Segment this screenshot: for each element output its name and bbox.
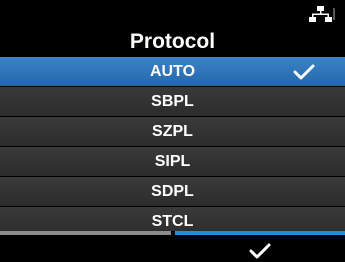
left-softkey[interactable] [0,231,171,262]
confirm-softkey[interactable] [175,231,345,262]
softkey-bar [0,231,345,262]
list-item-label: SBPL [151,92,194,110]
checkmark-icon [293,64,315,80]
list-item-label: SIPL [154,152,191,170]
list-item-auto[interactable]: AUTO [0,57,345,86]
protocol-list: AUTO SBPL SZPL SIPL SDPL STCL [0,57,345,237]
list-item-sbpl[interactable]: SBPL [0,87,345,116]
list-item-label: STCL [151,212,194,230]
network-icon [309,6,335,22]
header: Protocol [0,0,345,56]
list-item-szpl[interactable]: SZPL [0,117,345,146]
list-item-sdpl[interactable]: SDPL [0,177,345,206]
list-item-label: SZPL [152,122,193,140]
page-title: Protocol [129,30,216,53]
list-item-label: AUTO [149,62,196,80]
checkmark-icon [249,243,271,259]
list-item-label: SDPL [151,182,194,200]
list-item-sipl[interactable]: SIPL [0,147,345,176]
